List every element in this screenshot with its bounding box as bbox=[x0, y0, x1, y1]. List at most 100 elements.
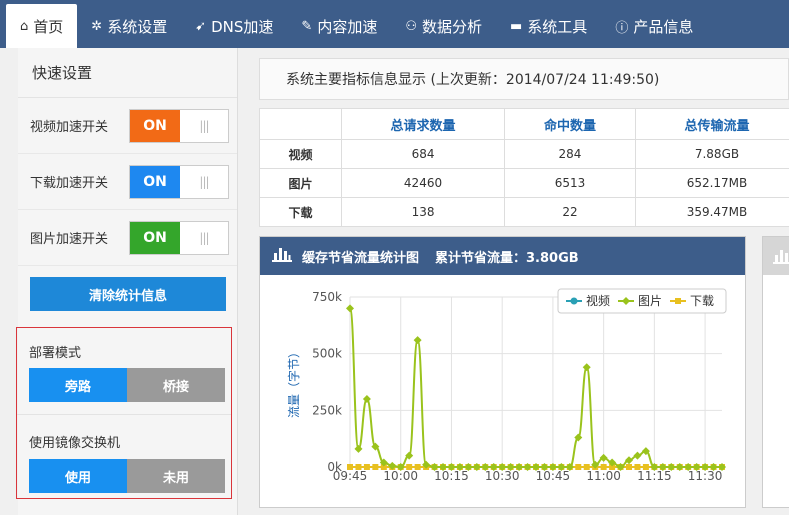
table-header-cell: 总请求数量 bbox=[340, 108, 506, 140]
image-accel-label: 图片加速开关 bbox=[30, 232, 109, 247]
sidebar-title: 快速设置 bbox=[18, 48, 237, 98]
y-tick-label: 750k bbox=[312, 290, 342, 304]
table-header-cell: 总传输流量 bbox=[634, 108, 789, 140]
chart-header: 缓存节省流量统计图 累计节省流量：3.80GB bbox=[260, 237, 745, 275]
download-accel-row: 下载加速开关 ON ||| bbox=[18, 154, 237, 210]
info-bar: 系统主要指标信息显示 (上次更新：2014/07/24 11:49:50) bbox=[259, 58, 789, 100]
x-tick-label: 09:45 bbox=[333, 469, 368, 483]
legend-label: 图片 bbox=[638, 294, 662, 308]
chart-total: 累计节省流量：3.80GB bbox=[435, 250, 579, 266]
video-accel-row: 视频加速开关 ON ||| bbox=[18, 98, 237, 154]
secondary-chart-panel bbox=[762, 236, 789, 508]
video-accel-label: 视频加速开关 bbox=[30, 120, 109, 135]
bar-chart-icon bbox=[773, 250, 789, 264]
table-cell: 42460 bbox=[340, 168, 506, 198]
legend-label: 下载 bbox=[690, 294, 714, 308]
bar-chart-icon bbox=[272, 246, 292, 266]
sidebar: 快速设置 视频加速开关 ON ||| 下载加速开关 ON ||| 图片加速开关 … bbox=[16, 48, 238, 515]
video-accel-switch[interactable]: ON ||| bbox=[129, 108, 229, 143]
data-point bbox=[413, 336, 422, 345]
top-nav: ⌂ 首页 ✲ 系统设置 ➹ DNS加速 ✎ 内容加速 ⚇ 数据分析 ▬ 系统工具 ⓘ 产品信息 bbox=[0, 0, 789, 48]
nav-item-3[interactable]: ✎ 内容加速 bbox=[287, 4, 391, 48]
table-cell: 22 bbox=[504, 197, 636, 227]
nav-item-label: 数据分析 bbox=[421, 17, 482, 36]
image-accel-row: 图片加速开关 ON ||| bbox=[18, 210, 237, 266]
download-accel-label: 下载加速开关 bbox=[30, 176, 109, 191]
data-point bbox=[583, 464, 590, 470]
table-row: 下载 138 22 359.47MB bbox=[259, 197, 789, 227]
briefcase-icon: ▬ bbox=[510, 18, 523, 34]
data-point bbox=[346, 304, 354, 313]
switch-on-label: ON bbox=[130, 221, 180, 254]
data-point bbox=[372, 464, 379, 470]
deploy-mode-title: 部署模式 bbox=[29, 346, 82, 361]
y-axis-label: 流量（字节） bbox=[286, 346, 301, 418]
x-tick-label: 10:30 bbox=[485, 469, 520, 483]
edit-icon: ✎ bbox=[301, 18, 313, 34]
legend-label: 视频 bbox=[586, 293, 610, 308]
nav-item-label: DNS加速 bbox=[211, 17, 274, 36]
legend-marker bbox=[570, 297, 578, 305]
stats-table: 总请求数量 命中数量 总传输流量 视频 684 284 7.88GB 图片 42… bbox=[259, 108, 789, 227]
y-tick-label: 500k bbox=[312, 347, 342, 361]
deploy-mode-bridge-button[interactable]: 桥接 bbox=[127, 368, 225, 402]
download-accel-switch[interactable]: ON ||| bbox=[129, 164, 229, 199]
nav-item-1[interactable]: ✲ 系统设置 bbox=[77, 4, 181, 48]
x-tick-label: 10:00 bbox=[383, 469, 418, 483]
table-row-head: 下载 bbox=[259, 197, 342, 227]
home-icon: ⌂ bbox=[20, 18, 29, 34]
mirror-switch-title: 使用镜像交换机 bbox=[29, 436, 121, 451]
y-tick-label: 250k bbox=[312, 403, 342, 417]
data-point bbox=[633, 451, 642, 460]
x-tick-label: 11:15 bbox=[637, 469, 672, 483]
nav-item-4[interactable]: ⚇ 数据分析 bbox=[391, 4, 496, 48]
mirror-unused-button[interactable]: 未用 bbox=[127, 459, 225, 493]
traffic-chart-panel: 缓存节省流量统计图 累计节省流量：3.80GB 0k 250k 500k 750k 09… bbox=[259, 236, 746, 508]
table-cell: 284 bbox=[504, 139, 636, 169]
table-row: 图片 42460 6513 652.17MB bbox=[259, 168, 789, 198]
mirror-use-button[interactable]: 使用 bbox=[29, 459, 127, 493]
table-cell: 138 bbox=[340, 197, 506, 227]
nav-item-0[interactable]: ⌂ 首页 bbox=[6, 4, 78, 48]
data-point bbox=[626, 464, 632, 470]
data-point bbox=[362, 395, 371, 403]
nav-item-label: 系统工具 bbox=[527, 17, 588, 36]
info-icon: ⓘ bbox=[615, 20, 629, 36]
series-line-1 bbox=[349, 307, 722, 469]
data-point bbox=[354, 444, 363, 453]
nav-item-5[interactable]: ▬ 系统工具 bbox=[496, 4, 601, 48]
data-point bbox=[355, 464, 362, 470]
table-row-head: 视频 bbox=[259, 139, 342, 169]
gears-icon: ✲ bbox=[91, 18, 103, 34]
deploy-mode-toggle: 旁路 桥接 bbox=[29, 368, 225, 402]
nav-item-label: 首页 bbox=[33, 17, 64, 36]
deploy-mode-bypass-button[interactable]: 旁路 bbox=[29, 368, 127, 402]
divider bbox=[17, 414, 231, 415]
nav-item-6[interactable]: ⓘ 产品信息 bbox=[601, 4, 707, 48]
highlight-box: 部署模式 旁路 桥接 使用镜像交换机 使用 未用 bbox=[16, 327, 232, 499]
nav-item-label: 产品信息 bbox=[633, 17, 694, 36]
x-tick-label: 11:30 bbox=[688, 469, 723, 483]
switch-on-label: ON bbox=[130, 165, 180, 198]
table-row-head: 图片 bbox=[259, 168, 342, 198]
data-point bbox=[600, 464, 607, 470]
secondary-chart-header bbox=[763, 237, 789, 275]
nav-item-2[interactable]: ➹ DNS加速 bbox=[181, 4, 287, 48]
x-tick-label: 10:15 bbox=[434, 469, 469, 483]
data-point bbox=[642, 464, 649, 470]
table-row: 视频 684 284 7.88GB bbox=[259, 139, 789, 169]
switch-handle-icon: ||| bbox=[199, 118, 209, 133]
table-header-row: 总请求数量 命中数量 总传输流量 bbox=[259, 108, 789, 140]
data-point bbox=[406, 464, 413, 470]
paper-plane-icon: ➹ bbox=[195, 18, 207, 34]
switch-handle-icon: ||| bbox=[199, 230, 209, 245]
user-chart-icon: ⚇ bbox=[405, 18, 417, 34]
table-cell: 6513 bbox=[504, 168, 636, 198]
x-tick-label: 10:45 bbox=[536, 469, 571, 483]
image-accel-switch[interactable]: ON ||| bbox=[129, 220, 229, 255]
nav-item-label: 内容加速 bbox=[317, 17, 378, 36]
data-point bbox=[575, 464, 582, 470]
table-cell: 652.17MB bbox=[634, 168, 789, 198]
clear-stats-button[interactable]: 清除统计信息 bbox=[30, 277, 226, 311]
data-point bbox=[347, 464, 353, 470]
